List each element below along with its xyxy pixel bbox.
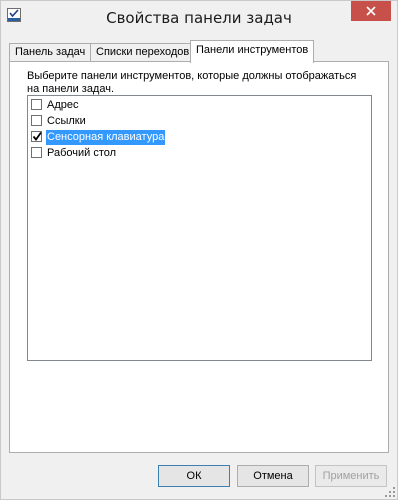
description-line-1: Выберите панели инструментов, которые до… — [27, 70, 357, 82]
desktop-checkbox[interactable] — [31, 147, 42, 158]
tab-panel-toolbars: Выберите панели инструментов, которые до… — [9, 61, 389, 453]
tab-taskbar[interactable]: Панель задач — [9, 43, 92, 61]
close-button[interactable] — [351, 1, 391, 21]
resize-grip-icon[interactable] — [385, 487, 395, 497]
links-checkbox[interactable] — [31, 115, 42, 126]
tab-jump-lists[interactable]: Списки переходов — [90, 43, 196, 61]
cancel-button[interactable]: Отмена — [237, 465, 309, 487]
window-title: Свойства панели задач — [106, 9, 292, 27]
title-bar[interactable]: Свойства панели задач — [1, 1, 397, 35]
toolbars-description: Выберите панели инструментов, которые до… — [27, 70, 377, 96]
checkmark-icon — [32, 131, 42, 141]
list-item-touch-keyboard[interactable]: Сенсорная клавиатура — [30, 130, 330, 145]
list-item-links[interactable]: Ссылки — [30, 114, 330, 129]
toolbars-list[interactable]: Адрес Ссылки Сенсорная клавиатура Рабочи… — [27, 95, 372, 361]
close-icon — [366, 6, 376, 16]
list-item-address[interactable]: Адрес — [30, 98, 330, 113]
list-item-label: Рабочий стол — [47, 147, 117, 159]
tab-toolbars[interactable]: Панели инструментов — [190, 40, 315, 63]
list-item-desktop[interactable]: Рабочий стол — [30, 146, 330, 161]
list-item-label: Ссылки — [47, 115, 86, 127]
address-checkbox[interactable] — [31, 99, 42, 110]
apply-button[interactable]: Применить — [315, 465, 387, 487]
list-item-label: Адрес — [47, 99, 79, 111]
taskbar-properties-dialog: Свойства панели задач Панель задач Списк… — [0, 0, 398, 500]
ok-button[interactable]: ОК — [158, 465, 230, 487]
list-item-label: Сенсорная клавиатура — [46, 130, 166, 145]
touch-keyboard-checkbox[interactable] — [31, 131, 42, 142]
